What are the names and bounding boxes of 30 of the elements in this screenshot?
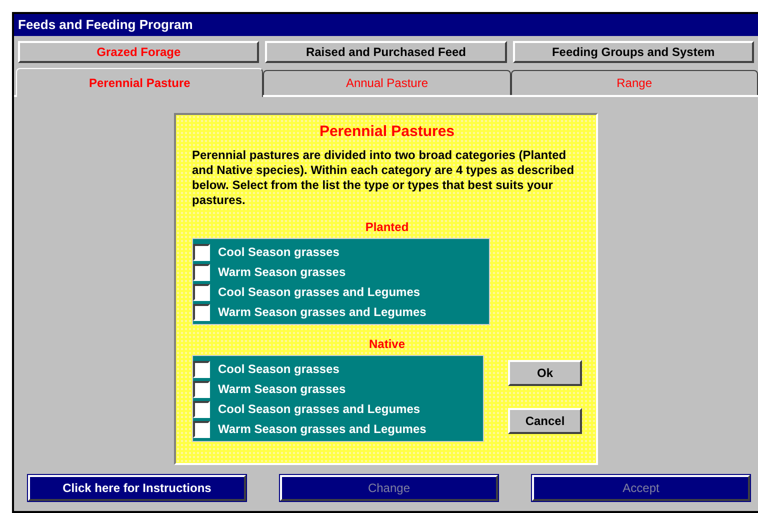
option-label: Cool Season grasses bbox=[218, 362, 340, 376]
checkbox[interactable] bbox=[193, 264, 210, 280]
footer-button[interactable]: Click here for Instructions bbox=[28, 475, 246, 501]
section-button[interactable]: Raised and Purchased Feed bbox=[265, 41, 507, 63]
option-label: Warm Season grasses bbox=[218, 265, 346, 279]
section-button[interactable]: Grazed Forage bbox=[18, 41, 260, 63]
option-label: Warm Season grasses and Legumes bbox=[218, 422, 426, 436]
group-heading: Planted bbox=[364, 220, 410, 234]
checkbox[interactable] bbox=[193, 304, 210, 320]
section-button[interactable]: Feeding Groups and System bbox=[512, 41, 754, 63]
checkbox[interactable] bbox=[193, 360, 210, 378]
tab[interactable]: Annual Pasture bbox=[263, 70, 511, 95]
option-label: Cool Season grasses and Legumes bbox=[218, 402, 420, 416]
checkbox[interactable] bbox=[193, 380, 210, 398]
option-label: Cool Season grasses and Legumes bbox=[218, 285, 420, 299]
dialog-button[interactable]: Ok bbox=[508, 360, 582, 386]
description: Perennial pastures are divided into two broad categories (Planted and Native species). Within each category are 4 types as described below. Select from the list the type or types that best suits your pastures. bbox=[192, 148, 576, 208]
tab[interactable]: Range bbox=[510, 70, 758, 95]
panel-title: Perennial Pastures bbox=[318, 123, 456, 140]
option-label: Cool Season grasses bbox=[218, 245, 340, 259]
checkbox[interactable] bbox=[193, 284, 210, 300]
checkbox[interactable] bbox=[193, 244, 210, 260]
dialog-button[interactable]: Cancel bbox=[508, 408, 582, 434]
group-heading: Native bbox=[368, 337, 406, 351]
option-label: Warm Season grasses bbox=[218, 382, 346, 396]
checkbox[interactable] bbox=[193, 420, 210, 438]
option-label: Warm Season grasses and Legumes bbox=[218, 305, 426, 319]
checkbox[interactable] bbox=[193, 400, 210, 418]
window-title: Feeds and Feeding Program bbox=[14, 14, 758, 36]
tab[interactable]: Perennial Pasture bbox=[16, 68, 264, 97]
